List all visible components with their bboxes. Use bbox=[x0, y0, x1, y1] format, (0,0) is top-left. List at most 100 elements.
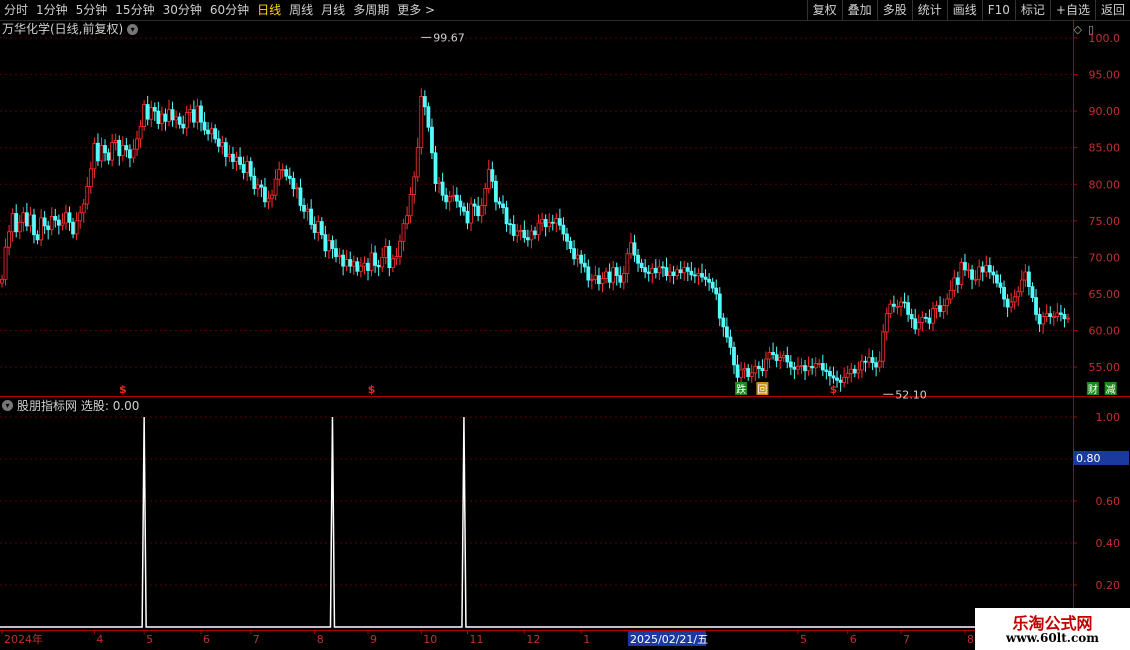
price-tick-label: 85.00 bbox=[1089, 142, 1121, 155]
candle bbox=[135, 130, 139, 156]
candle bbox=[81, 198, 86, 223]
tool-button-1[interactable]: 叠加 bbox=[841, 0, 877, 20]
chevron-down-icon[interactable]: ▾ bbox=[127, 23, 139, 35]
candle bbox=[64, 204, 68, 230]
candle bbox=[366, 258, 370, 281]
tool-button-3[interactable]: 统计 bbox=[911, 0, 947, 20]
indicator-tick-label: 0.20 bbox=[1096, 579, 1121, 592]
tab-6[interactable]: 日线 bbox=[253, 0, 285, 20]
candle bbox=[1051, 311, 1056, 326]
candle bbox=[199, 100, 203, 132]
tab-7[interactable]: 周线 bbox=[285, 0, 317, 20]
candle bbox=[788, 355, 793, 376]
candle bbox=[753, 359, 758, 381]
candle bbox=[1030, 282, 1035, 302]
stock-title: 万华化学(日线,前复权) bbox=[2, 22, 124, 36]
candle bbox=[511, 215, 516, 242]
candle bbox=[1005, 294, 1010, 317]
candle bbox=[145, 95, 150, 126]
candle bbox=[223, 137, 228, 167]
tab-2[interactable]: 5分钟 bbox=[72, 0, 112, 20]
candle bbox=[266, 190, 271, 210]
candle bbox=[778, 351, 783, 370]
time-tick-label: 7 bbox=[253, 633, 260, 646]
candle bbox=[934, 300, 939, 319]
candle bbox=[618, 266, 623, 288]
candle bbox=[120, 136, 125, 162]
candle bbox=[707, 273, 712, 291]
candle bbox=[376, 259, 381, 277]
candle bbox=[714, 279, 719, 301]
candle bbox=[263, 177, 267, 208]
kline-chart[interactable]: 100.095.0090.0085.0080.0075.0070.0065.00… bbox=[0, 0, 1130, 650]
tab-3[interactable]: 15分钟 bbox=[111, 0, 158, 20]
tab-9[interactable]: 多周期 bbox=[349, 0, 393, 20]
tool-button-7[interactable]: +自选 bbox=[1049, 0, 1095, 20]
indicator-value: 选股: 0.00 bbox=[80, 398, 140, 413]
candle bbox=[355, 257, 360, 276]
candle bbox=[106, 148, 111, 165]
tool-button-5[interactable]: F10 bbox=[981, 0, 1015, 20]
candle bbox=[767, 346, 772, 369]
tab-5[interactable]: 60分钟 bbox=[206, 0, 253, 20]
candle bbox=[39, 209, 43, 247]
candle bbox=[241, 156, 246, 180]
candle bbox=[589, 273, 594, 290]
candle bbox=[1016, 286, 1021, 307]
candle bbox=[881, 323, 886, 369]
indicator-tick-label: 0.80 bbox=[1096, 453, 1121, 466]
diamond-icon[interactable]: ◇ bbox=[1073, 23, 1081, 36]
candle bbox=[785, 346, 790, 369]
candle bbox=[927, 309, 932, 330]
candle bbox=[71, 217, 75, 239]
indicator-tick-label: 1.00 bbox=[1096, 411, 1121, 424]
candle bbox=[870, 350, 875, 371]
tab-4[interactable]: 30分钟 bbox=[159, 0, 206, 20]
tab-10[interactable]: 更多 > bbox=[393, 0, 439, 20]
price-tick-label: 90.00 bbox=[1089, 105, 1121, 118]
candle bbox=[170, 101, 175, 127]
candle bbox=[405, 206, 409, 230]
candle bbox=[472, 198, 477, 217]
candle bbox=[518, 224, 523, 241]
tool-button-8[interactable]: 返回 bbox=[1094, 0, 1130, 20]
candle bbox=[142, 100, 147, 131]
event-marker-box bbox=[756, 382, 769, 395]
candle bbox=[806, 356, 811, 376]
tool-button-2[interactable]: 多股 bbox=[876, 0, 912, 20]
candle bbox=[1058, 304, 1063, 322]
candle bbox=[575, 248, 580, 267]
tool-button-0[interactable]: 复权 bbox=[806, 0, 842, 20]
candle bbox=[657, 259, 662, 281]
candle bbox=[508, 218, 513, 235]
tool-button-4[interactable]: 画线 bbox=[946, 0, 982, 20]
candle bbox=[639, 258, 644, 272]
tab-8[interactable]: 月线 bbox=[317, 0, 349, 20]
tab-0[interactable]: 分时 bbox=[0, 0, 32, 20]
chevron-down-icon[interactable]: ▾ bbox=[2, 399, 13, 411]
time-tick-label: 1 bbox=[583, 633, 590, 646]
candle bbox=[273, 169, 278, 201]
candle bbox=[341, 249, 346, 276]
candle bbox=[923, 312, 928, 323]
time-tick-label: 6 bbox=[850, 633, 857, 646]
candle bbox=[991, 265, 996, 284]
time-tick-label: 9 bbox=[370, 633, 377, 646]
candle bbox=[312, 216, 317, 240]
candle bbox=[398, 234, 402, 265]
candle bbox=[369, 243, 374, 277]
candle bbox=[270, 189, 274, 208]
candle bbox=[1023, 263, 1028, 287]
candle bbox=[732, 341, 736, 375]
tool-button-6[interactable]: 标记 bbox=[1014, 0, 1050, 20]
candle bbox=[909, 308, 914, 329]
candle bbox=[117, 135, 122, 166]
candle bbox=[248, 157, 253, 181]
candle bbox=[159, 106, 164, 131]
candle bbox=[792, 362, 797, 380]
candle bbox=[479, 198, 484, 224]
tab-1[interactable]: 1分钟 bbox=[32, 0, 72, 20]
panel-toggle-icon[interactable]: ▯ bbox=[1088, 23, 1094, 36]
candle bbox=[550, 214, 555, 231]
candle bbox=[810, 358, 815, 375]
